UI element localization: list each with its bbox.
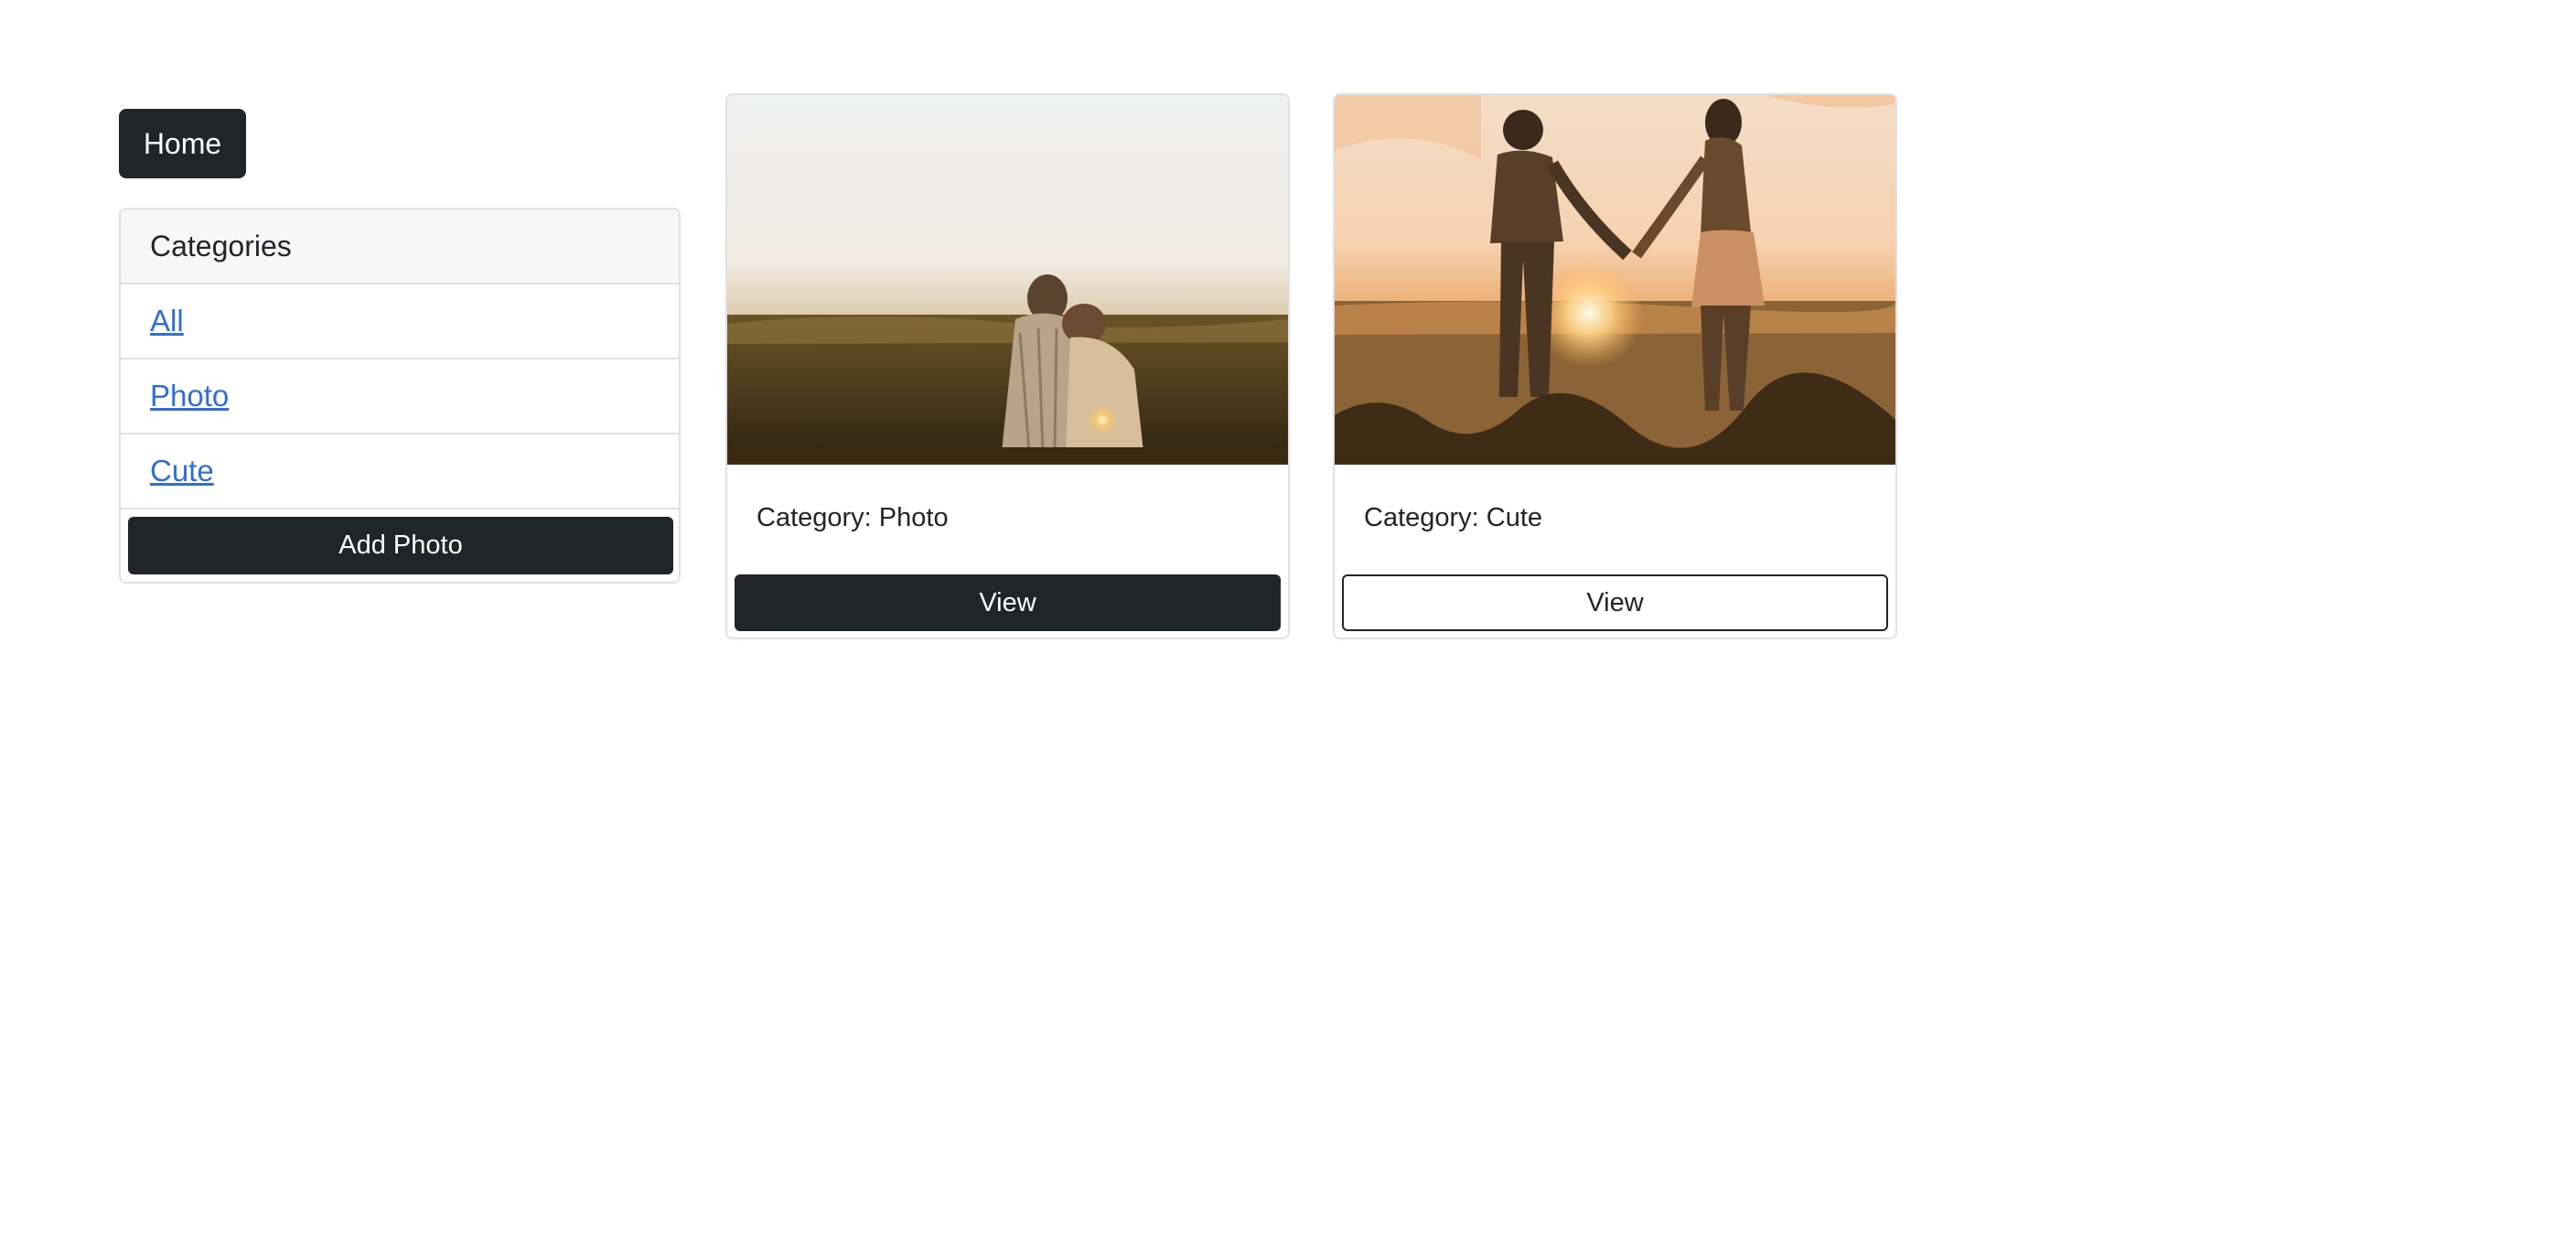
category-item-photo: Photo: [121, 359, 679, 434]
categories-header: Categories: [121, 209, 679, 284]
category-link-cute[interactable]: Cute: [150, 454, 214, 488]
card-category-text: Category: Cute: [1364, 502, 1543, 532]
photo-card: Category: Photo View: [725, 93, 1290, 639]
add-photo-wrap: Add Photo: [121, 509, 679, 582]
card-category-text: Category: Photo: [757, 502, 949, 532]
couple-holding-hands-sunset-photo-icon: [1335, 95, 1895, 465]
add-photo-button[interactable]: Add Photo: [128, 517, 673, 574]
home-button[interactable]: Home: [119, 109, 246, 178]
category-link-photo[interactable]: Photo: [150, 379, 229, 413]
view-button[interactable]: View: [735, 574, 1281, 631]
categories-panel: Categories All Photo Cute Add Photo: [119, 208, 681, 584]
couple-sitting-sunset-photo-icon: [727, 95, 1288, 465]
page: Home Categories All Photo Cute Add Photo: [0, 0, 2576, 1233]
category-item-cute: Cute: [121, 434, 679, 509]
view-button[interactable]: View: [1342, 574, 1888, 631]
category-link-all[interactable]: All: [150, 304, 184, 338]
photo-card: Category: Cute View: [1333, 93, 1897, 639]
category-item-all: All: [121, 284, 679, 359]
